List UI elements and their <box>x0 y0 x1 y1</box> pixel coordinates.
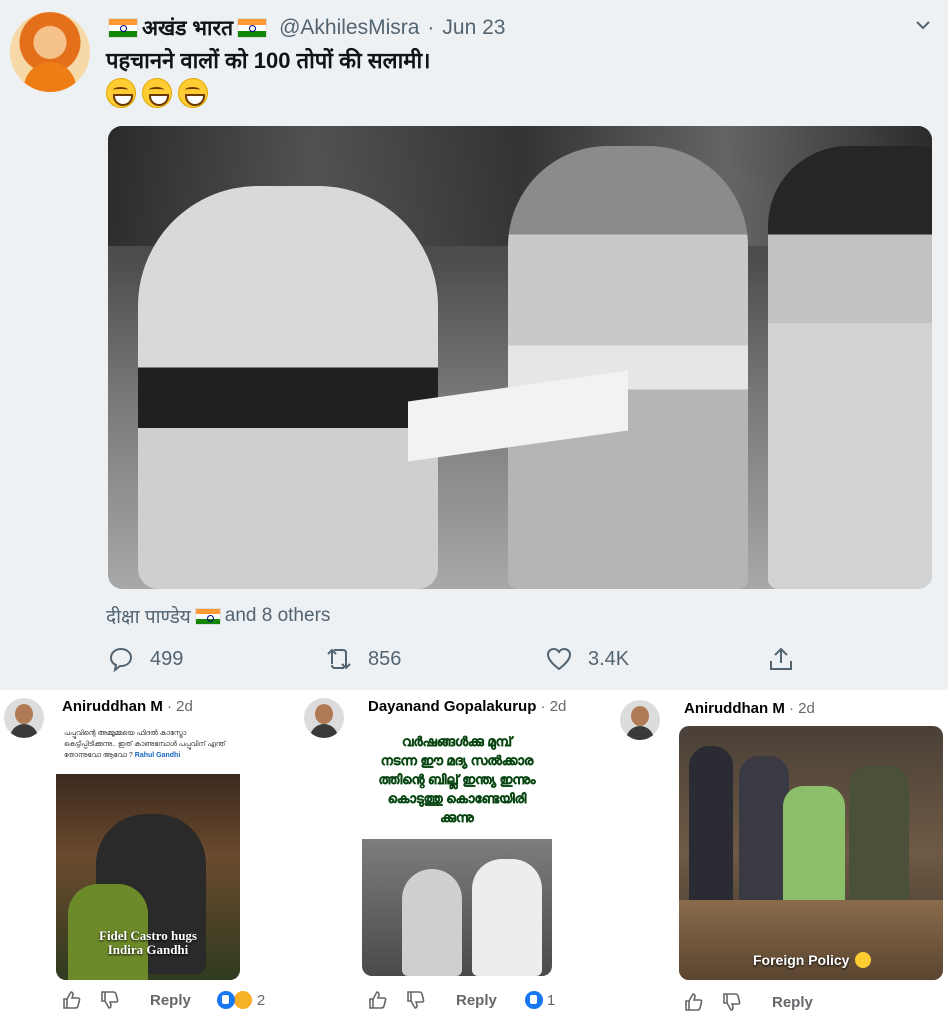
share-icon[interactable] <box>768 646 794 672</box>
commenter-header: Aniruddhan M · 2d <box>62 698 193 715</box>
image-text-line: ക്കുന്നു <box>440 810 474 825</box>
image-text-line: ത്തിന്റെ ബില്ല് ഇന്ത്യ ഇന്നും <box>378 772 536 787</box>
like-action[interactable]: 3.4K <box>546 646 629 672</box>
image-caption: Foreign Policy <box>753 952 872 968</box>
comment-card: Aniruddhan M · 2d പപ്പുവിന്റെ അമ്മൂമ്മയെ… <box>0 690 300 1024</box>
commenter-name[interactable]: Aniruddhan M <box>684 700 785 717</box>
retweet-icon[interactable] <box>326 646 352 672</box>
image-tag: Rahul Gandhi <box>134 752 181 759</box>
comment-actions: Reply 2 <box>62 990 265 1010</box>
share-action[interactable] <box>768 646 794 672</box>
image-text-block: പപ്പുവിന്റെ അമ്മൂമ്മയെ ഫിദൽ കാസ്ട്രോ കെട… <box>56 724 240 774</box>
tweet-actions: 499 856 3.4K <box>108 646 908 678</box>
india-flag-icon <box>237 18 268 38</box>
chevron-down-icon[interactable] <box>916 18 930 32</box>
liked-by-name[interactable]: दीक्षा पाण्डेय <box>106 603 191 629</box>
like-count: 3.4K <box>588 647 630 670</box>
grinning-face-icon <box>178 78 208 108</box>
commenter-header: Aniruddhan M · 2d <box>684 700 815 717</box>
haha-reaction-icon <box>232 990 253 1010</box>
grinning-face-icon <box>142 78 172 108</box>
comment-time: · 2d <box>167 698 193 715</box>
thumbs-down-icon[interactable] <box>406 990 426 1010</box>
reaction-count: 2 <box>256 991 266 1009</box>
reactions[interactable]: 2 <box>216 990 266 1010</box>
like-reaction-icon <box>524 991 543 1009</box>
thumbs-up-icon[interactable] <box>368 990 388 1010</box>
commenter-avatar[interactable] <box>4 698 44 738</box>
comment-image[interactable]: Foreign Policy <box>679 726 943 980</box>
comment-time: · 2d <box>789 700 815 717</box>
image-text-block: വർഷങ്ങൾക്കു മുമ്പ് നടന്ന ഈ മദ്യ സൽക്കാര … <box>362 724 552 839</box>
tweet-photo[interactable] <box>108 126 932 589</box>
reply-icon[interactable] <box>108 646 134 672</box>
author-avatar[interactable] <box>10 12 90 92</box>
liked-by[interactable]: दीक्षा पाण्डेय and 8 others <box>106 603 330 629</box>
separator: · <box>427 16 435 39</box>
india-flag-icon <box>194 607 221 625</box>
commenter-avatar[interactable] <box>304 698 344 738</box>
author-display-name[interactable]: अखंड भारत <box>142 14 233 42</box>
like-reaction-icon <box>216 991 235 1009</box>
reply-button[interactable]: Reply <box>150 992 191 1009</box>
heart-icon[interactable] <box>546 646 572 672</box>
image-caption: Fidel Castro hugs Indira Gandhi <box>56 929 240 957</box>
liked-by-rest[interactable]: and 8 others <box>225 605 331 627</box>
tweet-text: पहचानने वालों को 100 तोपों की सलामी। <box>106 48 431 73</box>
tweet-card: अखंड भारत @AkhilesMisra · Jun 23 पहचानने… <box>0 0 948 690</box>
retweet-count: 856 <box>368 647 402 670</box>
author-handle[interactable]: @AkhilesMisra <box>279 16 419 40</box>
smiling-face-icon <box>855 952 872 968</box>
comment-time: · 2d <box>540 698 567 715</box>
comment-card: Aniruddhan M · 2d Foreign Policy Reply <box>612 690 948 1024</box>
comment-actions: Reply <box>684 992 813 1012</box>
image-text-line: കൊടുത്തു കൊണ്ടേയിരി <box>387 791 527 806</box>
thumbs-down-icon[interactable] <box>100 990 120 1010</box>
commenter-name[interactable]: Dayanand Gopalakurup <box>368 698 536 715</box>
tweet-date[interactable]: Jun 23 <box>442 16 505 40</box>
image-text-line: വർഷങ്ങൾക്കു മുമ്പ് <box>402 734 512 749</box>
reactions[interactable]: 1 <box>524 991 556 1009</box>
commenter-name[interactable]: Aniruddhan M <box>62 698 163 715</box>
reply-action[interactable]: 499 <box>108 646 183 672</box>
india-flag-icon <box>108 18 138 38</box>
tweet-emojis <box>106 78 208 108</box>
commenter-avatar[interactable] <box>620 700 660 740</box>
thumbs-down-icon[interactable] <box>722 992 742 1012</box>
reply-button[interactable]: Reply <box>772 994 813 1011</box>
grinning-face-icon <box>106 78 136 108</box>
reply-count: 499 <box>150 647 184 670</box>
commenter-header: Dayanand Gopalakurup · 2d <box>368 698 566 715</box>
comment-actions: Reply 1 <box>368 990 555 1010</box>
thumbs-up-icon[interactable] <box>62 990 82 1010</box>
image-photo <box>362 839 552 976</box>
comment-image[interactable]: വർഷങ്ങൾക്കു മുമ്പ് നടന്ന ഈ മദ്യ സൽക്കാര … <box>362 724 552 976</box>
reaction-count: 1 <box>546 991 556 1009</box>
image-text-line: നടന്ന ഈ മദ്യ സൽക്കാര <box>380 753 534 768</box>
caption-line: Fidel Castro hugs <box>99 928 197 943</box>
retweet-action[interactable]: 856 <box>326 646 401 672</box>
comment-card: Dayanand Gopalakurup · 2d വർഷങ്ങൾക്കു മു… <box>300 690 610 1024</box>
thumbs-up-icon[interactable] <box>684 992 704 1012</box>
caption-text: Foreign Policy <box>753 952 850 968</box>
reply-button[interactable]: Reply <box>456 992 497 1009</box>
tweet-header: अखंड भारत @AkhilesMisra · Jun 23 <box>108 12 505 44</box>
caption-line: Indira Gandhi <box>107 942 189 957</box>
comment-image[interactable]: പപ്പുവിന്റെ അമ്മൂമ്മയെ ഫിദൽ കാസ്ട്രോ കെട… <box>56 724 240 980</box>
